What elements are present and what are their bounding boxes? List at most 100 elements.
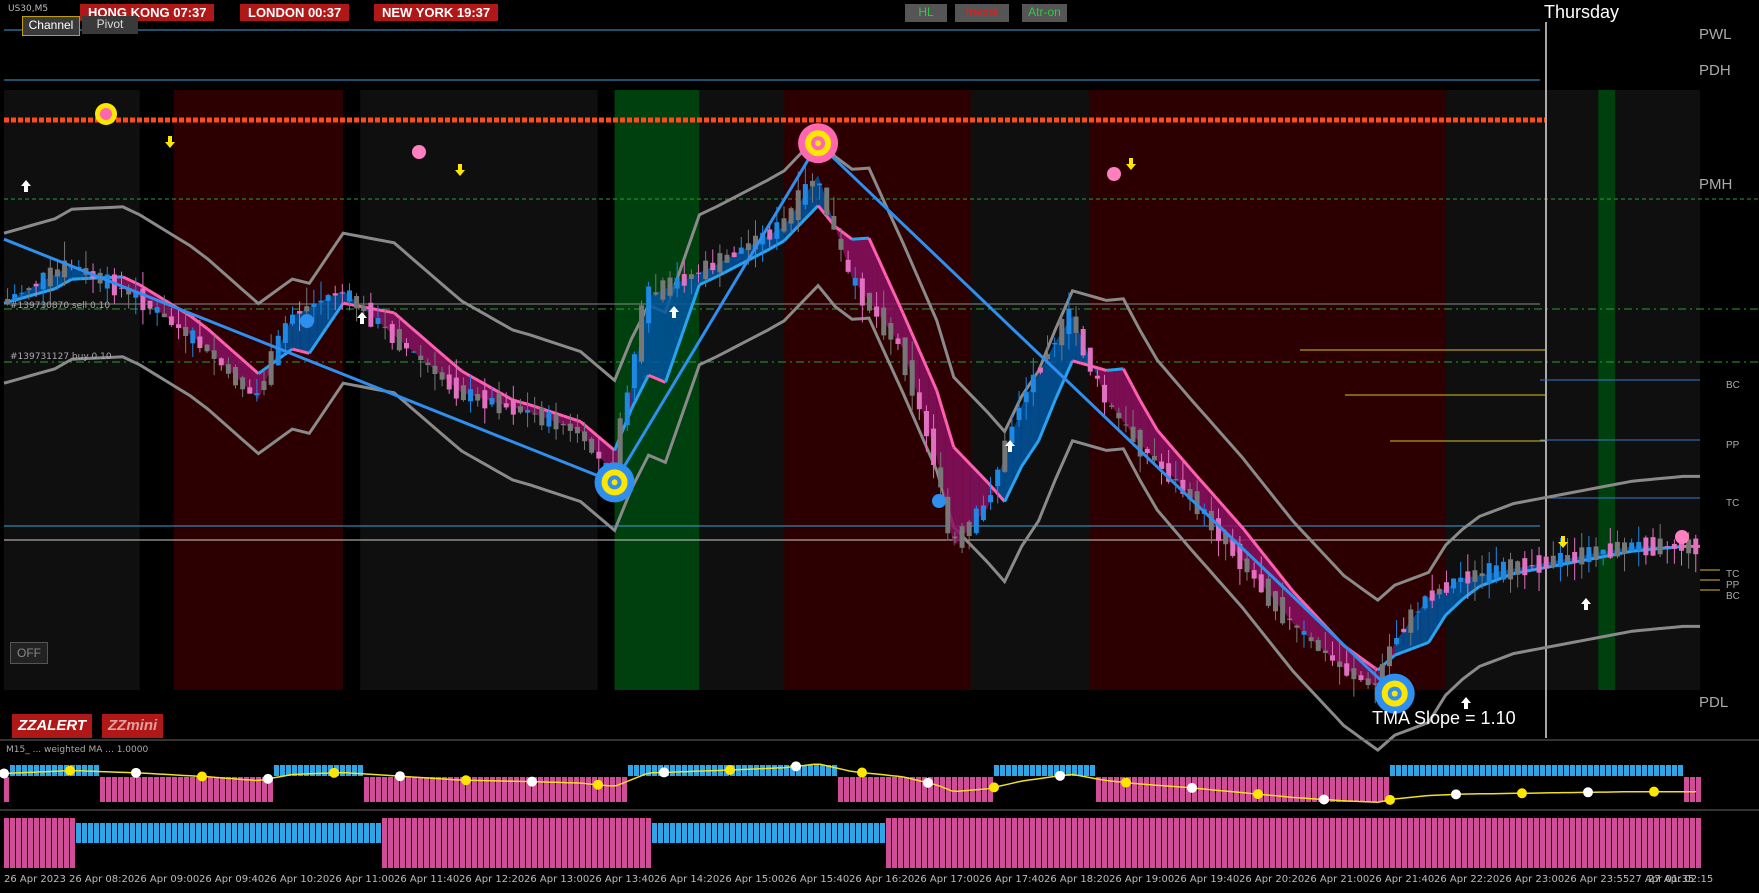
panel-2-bar (10, 818, 15, 868)
candle-body (1123, 424, 1129, 426)
candle-body (1643, 537, 1649, 556)
panel-2-bar (1222, 818, 1227, 868)
time-tick-label: 26 Apr 22:20 (1434, 874, 1500, 885)
panel-2-bar (826, 823, 831, 843)
candle-body (375, 318, 381, 324)
candle-body (1052, 342, 1058, 345)
symbol-label: US30,M5 (8, 4, 49, 14)
candle-body (1465, 571, 1471, 584)
fractal-dot-2 (412, 145, 426, 159)
panel-1-bar (370, 777, 375, 802)
panel-2-bar (358, 823, 363, 843)
panel-1-bar (1432, 765, 1437, 776)
candle-body (923, 411, 929, 437)
candle-body (874, 306, 880, 317)
atr-button[interactable]: Atr-on (1022, 4, 1067, 22)
candle-body (1087, 347, 1093, 372)
panel-2-bar (136, 823, 141, 843)
panel-2-bar (1690, 818, 1695, 868)
pdh-label: PDH (1699, 62, 1731, 79)
panel-2-bar (568, 818, 573, 868)
panel-2-bar (598, 818, 603, 868)
candle-body (995, 469, 1001, 486)
candle-body (1272, 591, 1278, 612)
pivot-button[interactable]: Pivot (82, 16, 138, 34)
panel-2-bar (412, 818, 417, 868)
panel-2-bar (154, 823, 159, 843)
panel-2-bar (580, 818, 585, 868)
candle-body (346, 290, 352, 302)
panel-2-bar (808, 823, 813, 843)
panel-2-bar (364, 823, 369, 843)
panel-1-bar (1612, 765, 1617, 776)
panel-2-bar (1348, 818, 1353, 868)
panel-1-bar (16, 765, 21, 776)
panel-1-bar (208, 777, 213, 802)
oscillator-dot (923, 777, 933, 788)
candle-body (525, 410, 531, 413)
zone-0 (4, 90, 140, 690)
panel-2-bar (814, 823, 819, 843)
panel-2-bar (832, 823, 837, 843)
tma-line-segment (300, 349, 310, 355)
price-chart[interactable] (0, 0, 1759, 893)
buy-order-label: #139731127 buy 0.10 (10, 352, 112, 362)
panel-2-bar (556, 818, 561, 868)
panel-2-bar (196, 823, 201, 843)
fractal-button[interactable]: fractal (955, 4, 1009, 22)
candle-body (218, 358, 224, 366)
zzalert-button[interactable]: ZZALERT (12, 714, 93, 738)
panel-1-bar (1006, 765, 1011, 776)
hl-button[interactable]: HL (905, 4, 947, 22)
candle-body (988, 495, 994, 503)
candle-body (1508, 559, 1514, 580)
panel-2-bar (286, 823, 291, 843)
time-tick-label: 26 Apr 20:20 (1239, 874, 1305, 885)
panel-2-bar (1618, 818, 1623, 868)
panel-1-bar (778, 765, 783, 776)
panel-1-bar (418, 777, 423, 802)
panel-2-bar (148, 823, 153, 843)
candle-body (396, 329, 402, 351)
panel-1-bar (568, 777, 573, 802)
panel-2-bar (448, 818, 453, 868)
panel-1-bar (1552, 765, 1557, 776)
panel-2-bar (514, 818, 519, 868)
panel-2-bar (1084, 818, 1089, 868)
candle-body (881, 307, 887, 336)
panel-1-bar (10, 765, 15, 776)
panel-1-bar (1132, 777, 1137, 802)
panel-2-bar (1528, 818, 1533, 868)
candle-body (852, 277, 858, 286)
candle-body (1600, 549, 1606, 555)
panel-1-bar (736, 765, 741, 776)
panel-1-bar (1546, 765, 1551, 776)
off-button[interactable]: OFF (10, 642, 48, 664)
candle-body (261, 380, 267, 391)
panel-2-bar (982, 818, 987, 868)
panel-2-bar (1372, 818, 1377, 868)
panel-1-bar (1570, 765, 1575, 776)
panel-2-bar (940, 818, 945, 868)
channel-button[interactable]: Channel (22, 16, 80, 36)
panel-2-bar (760, 823, 765, 843)
panel-1-bar (1576, 765, 1581, 776)
panel-1-bar (106, 777, 111, 802)
panel-2-bar (820, 823, 825, 843)
candle-body (26, 288, 32, 291)
panel-2-bar (1294, 818, 1299, 868)
time-tick-label: 26 Apr 10:20 (264, 874, 330, 885)
panel-1-bar (952, 777, 957, 802)
zzmini-button[interactable]: ZZmini (102, 714, 164, 738)
panel-2-bar (550, 818, 555, 868)
panel-2-bar (994, 818, 999, 868)
panel-1-bar (118, 777, 123, 802)
panel-1-bar (1696, 777, 1701, 802)
panel-2-bar (1138, 818, 1143, 868)
panel-2-bar (904, 818, 909, 868)
oscillator-dot (1121, 777, 1131, 788)
panel-2-bar (1024, 818, 1029, 868)
candle-body (183, 326, 189, 336)
panel-1-bar (28, 765, 33, 776)
panel-1-bar (178, 777, 183, 802)
